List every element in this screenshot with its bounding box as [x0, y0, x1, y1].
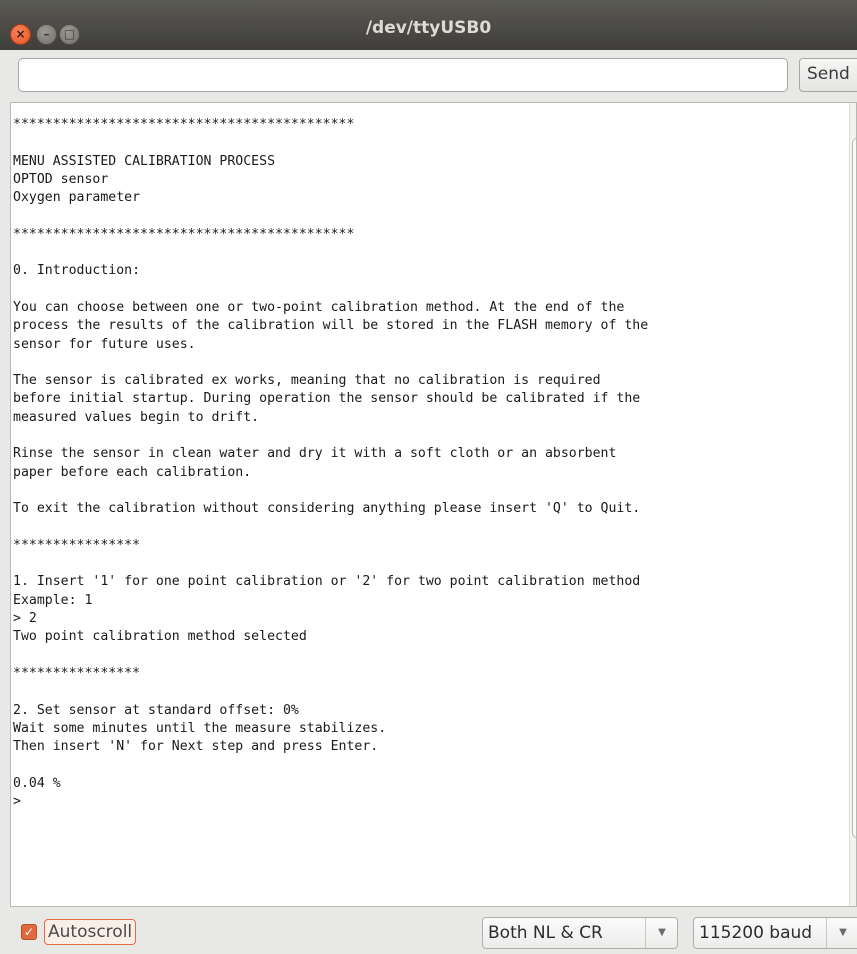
check-icon: ✓	[23, 925, 35, 939]
line-ending-value: Both NL & CR	[488, 923, 603, 943]
baud-rate-select[interactable]: 115200 baud ▼	[693, 917, 857, 949]
autoscroll-checkbox[interactable]: ✓	[21, 924, 37, 940]
title-bar: × – □ /dev/ttyUSB0	[0, 0, 857, 50]
chevron-down-icon[interactable]: ▼	[645, 918, 678, 948]
vertical-scrollbar[interactable]	[849, 103, 856, 906]
bottom-bar: ✓ Autoscroll Both NL & CR ▼ 115200 baud …	[0, 907, 857, 954]
autoscroll-label[interactable]: Autoscroll	[44, 919, 137, 945]
send-row: Send	[0, 50, 857, 100]
chevron-down-icon[interactable]: ▼	[826, 918, 857, 948]
send-button[interactable]: Send	[799, 58, 857, 92]
scrollbar-thumb[interactable]	[852, 138, 856, 838]
baud-rate-value: 115200 baud	[699, 923, 813, 943]
serial-output-text: ****************************************…	[13, 117, 649, 809]
line-ending-select[interactable]: Both NL & CR ▼	[482, 917, 678, 949]
window-title: /dev/ttyUSB0	[365, 18, 492, 38]
serial-output-area[interactable]: ****************************************…	[10, 102, 857, 907]
serial-input-field[interactable]	[18, 58, 788, 92]
